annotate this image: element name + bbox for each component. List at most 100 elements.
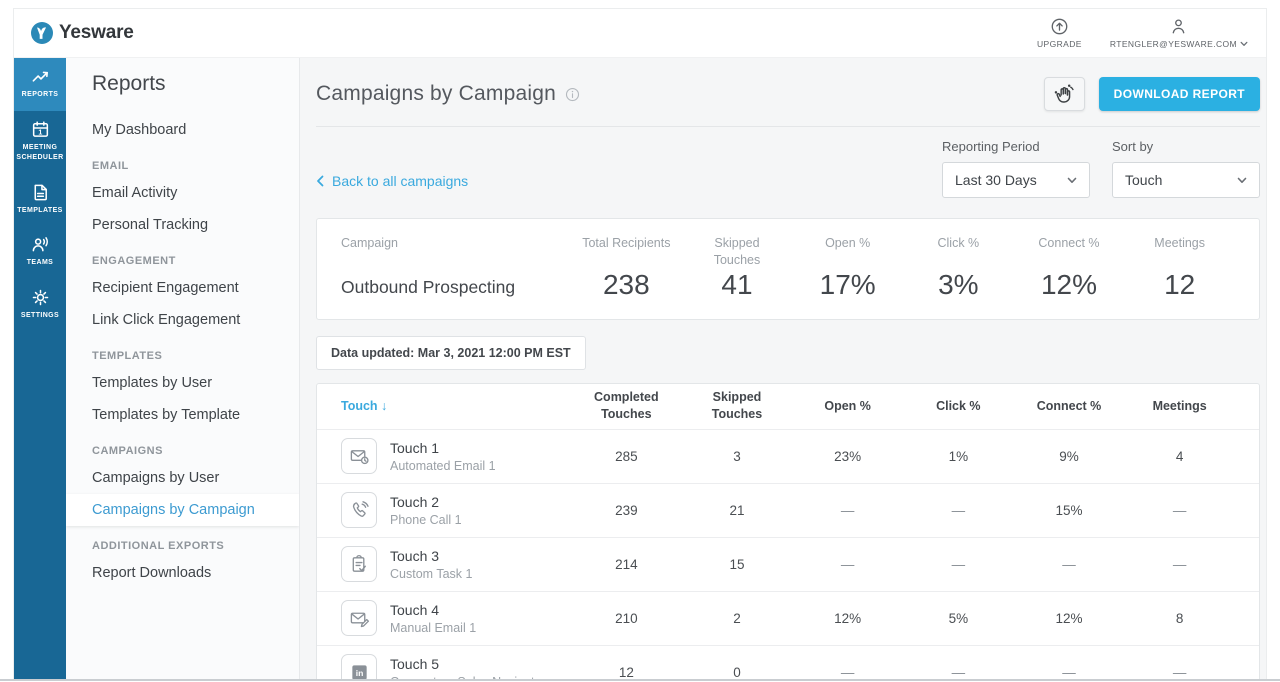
touch-title: Touch 5 <box>390 655 440 672</box>
touch-title: Touch 3 <box>390 547 440 564</box>
column-header-meetings[interactable]: Meetings <box>1124 398 1235 415</box>
table-row-touch-3[interactable]: Touch 3 Custom Task 1 214 15 — — — — <box>317 536 1259 591</box>
header-divider <box>316 126 1260 127</box>
summary-col-skipped-touches: Skipped Touches 41 <box>682 235 793 301</box>
rail-item-meeting-scheduler[interactable]: 1 MEETING SCHEDULER <box>14 111 66 174</box>
cell-meetings: 8 <box>1175 610 1184 626</box>
summary-col-meetings: Meetings 12 <box>1124 235 1235 301</box>
column-header-click[interactable]: Click % <box>903 398 1014 415</box>
nav-section-email: EMAIL <box>92 160 129 172</box>
sidebar-item-my-dashboard[interactable]: My Dashboard <box>66 114 299 146</box>
sidebar-item-personal-tracking[interactable]: Personal Tracking <box>66 209 299 241</box>
walkthrough-button[interactable] <box>1043 77 1085 111</box>
touch-cell: Touch 1 Automated Email 1 <box>341 438 571 475</box>
cell-open: — <box>840 556 855 572</box>
line-chart-icon <box>31 67 50 86</box>
column-header-open[interactable]: Open % <box>792 398 903 415</box>
summary-label: Total Recipients <box>582 236 671 250</box>
cell-completed-touches: 214 <box>615 556 638 572</box>
download-report-button[interactable]: DOWNLOAD REPORT <box>1098 77 1260 111</box>
cell-open: — <box>840 502 855 518</box>
rail-item-settings[interactable]: SETTINGS <box>14 279 66 332</box>
cell-skipped-touches: 0 <box>733 664 741 679</box>
cell-connect: 15% <box>1055 502 1083 518</box>
svg-text:1: 1 <box>38 128 42 136</box>
table-row-touch-2[interactable]: Touch 2 Phone Call 1 239 21 — — 15% — <box>317 482 1259 537</box>
summary-value: 238 <box>602 268 650 300</box>
svg-text:in: in <box>355 668 363 678</box>
info-icon[interactable] <box>565 87 580 102</box>
cell-click: 5% <box>948 610 969 626</box>
reporting-period-select[interactable]: Last 30 Days <box>942 162 1090 198</box>
sort-by-label: Sort by <box>1112 139 1154 154</box>
nav-section-engagement: ENGAGEMENT <box>92 255 176 267</box>
sidebar-item-campaigns-by-user[interactable]: Campaigns by User <box>66 462 299 494</box>
cell-skipped-touches: 3 <box>733 448 741 464</box>
rail-item-label: REPORTS <box>21 91 59 98</box>
touch-subtitle: Manual Email 1 <box>390 620 477 635</box>
chevron-down-icon <box>1237 177 1247 184</box>
summary-value: 12 <box>1164 268 1196 300</box>
sidebar-item-templates-by-user[interactable]: Templates by User <box>66 367 299 399</box>
cell-click: 1% <box>948 448 969 464</box>
touch-cell: inTouch 5Connect on Sales Navigator <box>341 654 571 679</box>
column-header-completed-touches[interactable]: Completed Touches <box>571 389 682 423</box>
phone-call-icon <box>341 492 377 529</box>
page-title: Campaigns by Campaign <box>316 82 556 105</box>
summary-label: Open % <box>825 236 871 250</box>
waving-hand-icon <box>1053 83 1076 106</box>
summary-value: 17% <box>819 268 876 300</box>
sidebar-item-report-downloads[interactable]: Report Downloads <box>66 557 299 589</box>
summary-label: Click % <box>937 236 980 250</box>
sidebar-item-link-click-engagement[interactable]: Link Click Engagement <box>66 304 299 336</box>
sidebar-item-email-activity[interactable]: Email Activity <box>66 177 299 209</box>
upgrade-icon <box>1050 17 1069 36</box>
rail-item-reports[interactable]: REPORTS <box>14 58 66 111</box>
touches-table: Touch ↓ Completed Touches Skipped Touches O… <box>316 382 1260 679</box>
top-bar: Yesware UPGRADE RTENGLER@YESWARE.COM <box>14 9 1266 58</box>
table-row-touch-4[interactable]: Touch 4 Manual Email 1 210 2 12% 5% 12% 8 <box>317 590 1259 645</box>
linkedin-icon: in <box>341 654 377 679</box>
nav-section-templates: TEMPLATES <box>92 350 163 362</box>
summary-label: Skipped Touches <box>713 236 761 267</box>
brand-name: Yesware <box>59 22 134 43</box>
table-header-row: Touch ↓ Completed Touches Skipped Touches O… <box>317 384 1259 429</box>
summary-label: Connect % <box>1038 236 1100 250</box>
table-row-touch-1[interactable]: Touch 1 Automated Email 1 285 3 23% 1% 9% 4 <box>317 428 1259 483</box>
upgrade-button[interactable]: UPGRADE <box>1037 17 1082 49</box>
cell-skipped-touches: 2 <box>733 610 741 626</box>
nav-section-campaigns: CAMPAIGNS <box>92 445 163 457</box>
column-header-touch[interactable]: Touch ↓ <box>341 398 571 415</box>
sidebar-item-templates-by-template[interactable]: Templates by Template <box>66 399 299 431</box>
sort-by-select[interactable]: Touch <box>1112 162 1260 198</box>
sidebar-title: Reports <box>92 72 166 95</box>
yesware-logo-icon <box>30 21 54 45</box>
people-icon <box>31 235 50 254</box>
automated-email-icon <box>341 438 377 475</box>
summary-campaign-name: Outbound Prospecting <box>341 276 516 297</box>
touch-subtitle: Phone Call 1 <box>390 512 462 527</box>
custom-task-icon <box>341 546 377 583</box>
person-icon <box>1169 17 1188 36</box>
back-to-campaigns-link[interactable]: Back to all campaigns <box>316 173 468 189</box>
cell-click: — <box>951 664 966 679</box>
touch-cell: Touch 2 Phone Call 1 <box>341 492 571 529</box>
rail-item-label: SETTINGS <box>20 311 60 319</box>
account-menu[interactable]: RTENGLER@YESWARE.COM <box>1110 17 1248 49</box>
account-email: RTENGLER@YESWARE.COM <box>1109 39 1237 49</box>
sidebar-item-recipient-engagement[interactable]: Recipient Engagement <box>66 272 299 304</box>
main-content: Campaigns by Campaign DOWNLOAD REPORT Ba… <box>300 58 1266 679</box>
yesware-logo[interactable]: Yesware <box>30 21 134 45</box>
rail-item-label: MEETING SCHEDULER <box>16 143 64 162</box>
app-window: Yesware UPGRADE RTENGLER@YESWARE.COM REP… <box>13 8 1267 679</box>
chevron-down-icon <box>1240 41 1248 47</box>
table-row-touch-5[interactable]: inTouch 5Connect on Sales Navigator120——… <box>317 644 1259 679</box>
touch-subtitle: Automated Email 1 <box>390 458 496 473</box>
rail-item-templates[interactable]: TEMPLATES <box>14 174 66 227</box>
column-header-connect[interactable]: Connect % <box>1014 398 1125 415</box>
rail-item-teams[interactable]: TEAMS <box>14 226 66 279</box>
summary-col-total-recipients: Total Recipients 238 <box>571 235 682 301</box>
sidebar-item-campaigns-by-campaign[interactable]: Campaigns by Campaign <box>66 494 299 526</box>
cell-open: 12% <box>834 610 862 626</box>
column-header-skipped-touches[interactable]: Skipped Touches <box>682 389 793 423</box>
